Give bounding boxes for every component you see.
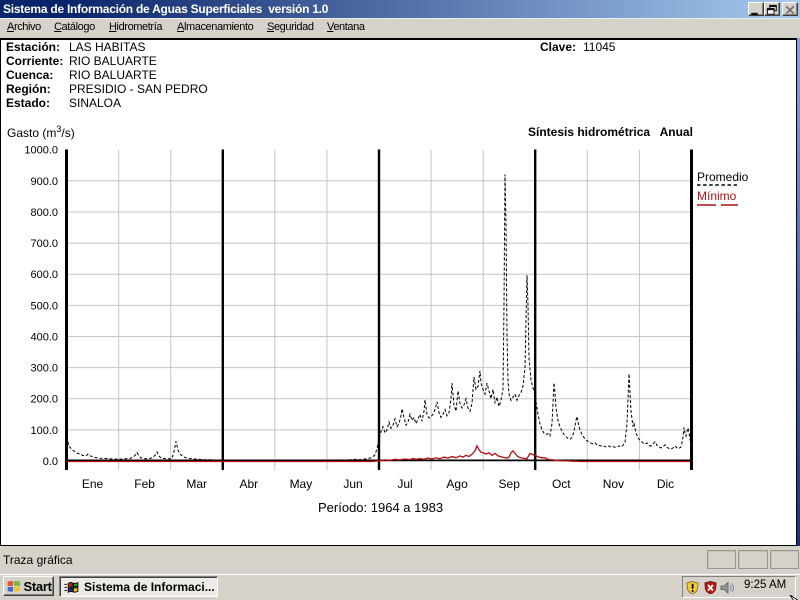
svg-text:Abr: Abr: [239, 477, 258, 491]
svg-text:700.0: 700.0: [30, 238, 58, 250]
svg-text:900.0: 900.0: [30, 176, 58, 188]
svg-text:Dic: Dic: [657, 477, 674, 491]
svg-text:May: May: [290, 477, 313, 491]
svg-text:400.0: 400.0: [30, 332, 58, 344]
svg-text:300.0: 300.0: [30, 363, 58, 375]
svg-text:Jun: Jun: [343, 477, 362, 491]
svg-text:Nov: Nov: [603, 477, 624, 491]
svg-text:Jul: Jul: [397, 477, 412, 491]
svg-text:Oct: Oct: [552, 477, 571, 491]
svg-text:600.0: 600.0: [30, 269, 58, 281]
svg-text:500.0: 500.0: [30, 300, 58, 312]
svg-text:Sep: Sep: [499, 477, 521, 491]
svg-text:Ene: Ene: [82, 477, 104, 491]
svg-text:200.0: 200.0: [30, 394, 58, 406]
svg-text:Ago: Ago: [446, 477, 468, 491]
svg-text:800.0: 800.0: [30, 207, 58, 219]
svg-text:Mar: Mar: [186, 477, 207, 491]
svg-text:100.0: 100.0: [30, 425, 58, 437]
svg-text:1000.0: 1000.0: [24, 145, 58, 157]
svg-text:Feb: Feb: [134, 477, 155, 491]
svg-text:0.0: 0.0: [43, 456, 58, 468]
